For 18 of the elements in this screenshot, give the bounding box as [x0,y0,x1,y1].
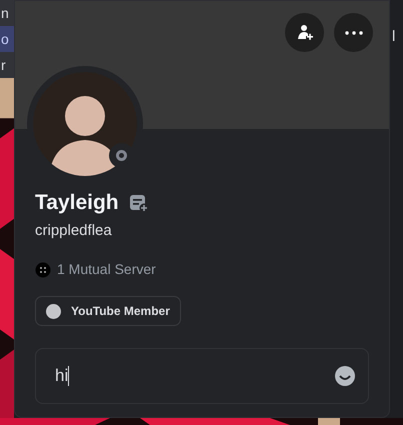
username: crippledflea [35,222,112,239]
message-field[interactable]: hi [35,348,369,404]
message-input-text: hi [55,365,68,388]
add-friend-button[interactable] [285,13,324,52]
server-icon [35,262,51,278]
message-text: r [0,56,6,74]
note-icon[interactable] [128,193,149,213]
display-name: Tayleigh [35,190,119,216]
mention-text: o [0,30,9,48]
message-text: l [392,27,396,47]
mutual-servers-link[interactable]: 1 Mutual Server [57,259,156,280]
add-friend-icon [296,24,314,42]
role-label: YouTube Member [71,303,170,320]
more-icon [344,30,362,34]
text-cursor [68,366,70,386]
emoji-icon[interactable] [334,365,356,387]
message-text: n [0,4,9,22]
more-button[interactable] [334,13,373,52]
